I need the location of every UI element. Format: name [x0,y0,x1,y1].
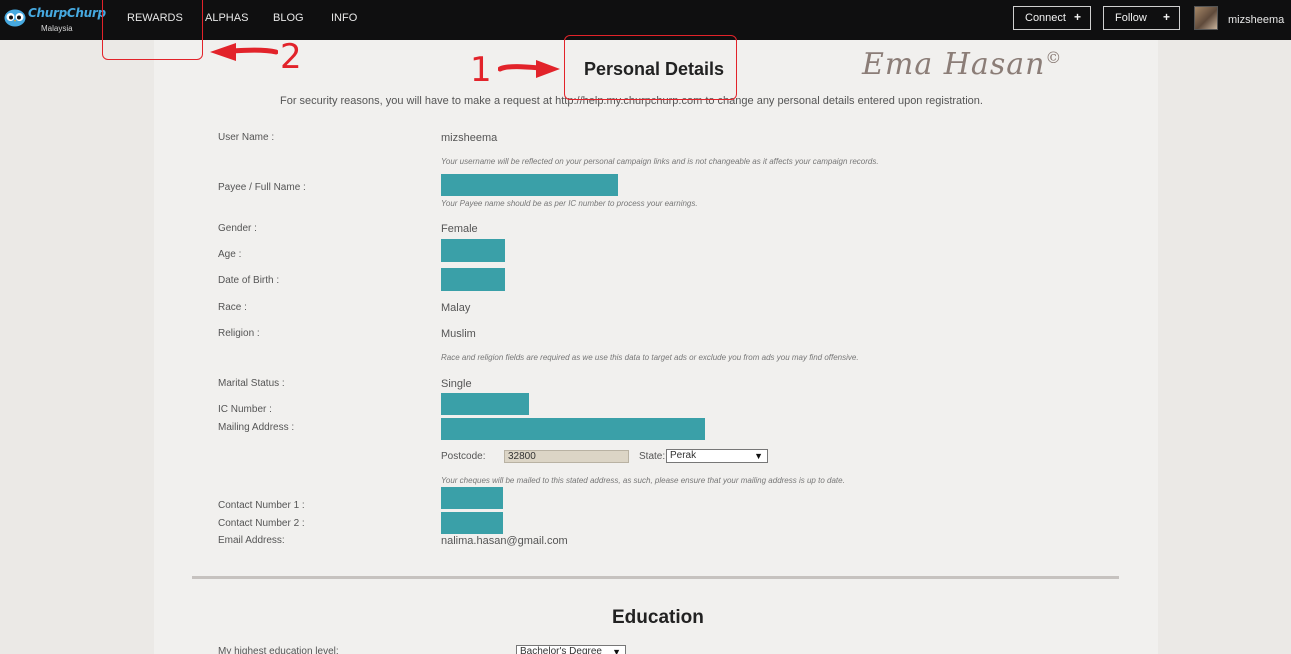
nav-username[interactable]: mizsheema [1228,14,1284,26]
connect-label: Connect [1025,12,1066,24]
marital-label: Marital Status : [218,378,285,389]
payee-label: Payee / Full Name : [218,182,306,193]
email-value: nalima.hasan@gmail.com [441,535,568,547]
user-avatar[interactable] [1194,6,1218,30]
gender-value: Female [441,223,478,235]
user-name-value: mizsheema [441,132,498,144]
user-name-hint: Your username will be reflected on your … [441,157,879,166]
section-divider [192,576,1119,579]
annotation-number-2: 2 [280,37,302,77]
annotation-number-1: 1 [470,50,492,90]
nav-info-link[interactable]: INFO [331,12,357,24]
race-value: Malay [441,302,471,314]
postcode-field[interactable]: 32800 [504,450,629,463]
race-label: Race : [218,302,247,313]
dob-redacted [441,268,505,291]
churpchurp-logo[interactable]: ChurpChurp Malaysia [4,5,106,35]
race-religion-hint: Race and religion fields are required as… [441,353,859,362]
connect-plus-icon: + [1073,10,1081,24]
mailing-redacted [441,418,705,440]
state-select[interactable]: Perak ▼ [666,449,768,463]
contact1-label: Contact Number 1 : [218,500,305,511]
logo-country: Malaysia [41,24,73,33]
copyright-mark: © [1045,48,1063,67]
payee-redacted [441,174,618,196]
follow-label: Follow [1115,12,1147,24]
content-panel [154,40,1158,654]
signature-text: Ema Hasan [862,47,1046,82]
dob-label: Date of Birth : [218,275,280,286]
email-label: Email Address: [218,535,285,546]
dropdown-caret-icon: ▼ [612,647,621,654]
connect-button[interactable]: Connect + [1013,6,1091,30]
annotation-arrow-1-icon [498,60,560,78]
annotation-arrow-2-icon [210,43,278,61]
postcode-label: Postcode: [441,451,486,462]
marital-value: Single [441,378,472,390]
ic-redacted [441,393,529,415]
mailing-label: Mailing Address : [218,422,295,433]
mailing-hint: Your cheques will be mailed to this stat… [441,476,845,485]
follow-button[interactable]: Follow + [1103,6,1180,30]
religion-value: Muslim [441,328,476,340]
age-label: Age : [218,249,242,260]
owl-icon [4,9,26,27]
follow-plus-icon: + [1162,10,1170,24]
education-title: Education [612,607,704,628]
annotation-box-rewards [102,0,203,60]
logo-text: ChurpChurp [28,6,106,20]
user-name-label: User Name : [218,132,275,143]
dropdown-caret-icon: ▼ [754,451,763,461]
age-redacted [441,239,505,262]
state-label: State: [639,451,666,462]
nav-alphas-link[interactable]: ALPHAS [205,12,248,24]
payee-hint: Your Payee name should be as per IC numb… [441,199,698,208]
ic-label: IC Number : [218,404,272,415]
state-selected-value: Perak [670,450,697,461]
education-level-value: Bachelor's Degree [520,646,602,654]
contact2-redacted [441,512,503,534]
watermark-signature: Ema Hasan© [862,47,1062,82]
nav-blog-link[interactable]: BLOG [273,12,304,24]
education-level-select[interactable]: Bachelor's Degree ▼ [516,645,626,654]
gender-label: Gender : [218,223,257,234]
education-level-label: My highest education level: [218,646,339,654]
contact2-label: Contact Number 2 : [218,518,305,529]
religion-label: Religion : [218,328,260,339]
contact1-redacted [441,487,503,509]
annotation-box-title [564,35,737,100]
